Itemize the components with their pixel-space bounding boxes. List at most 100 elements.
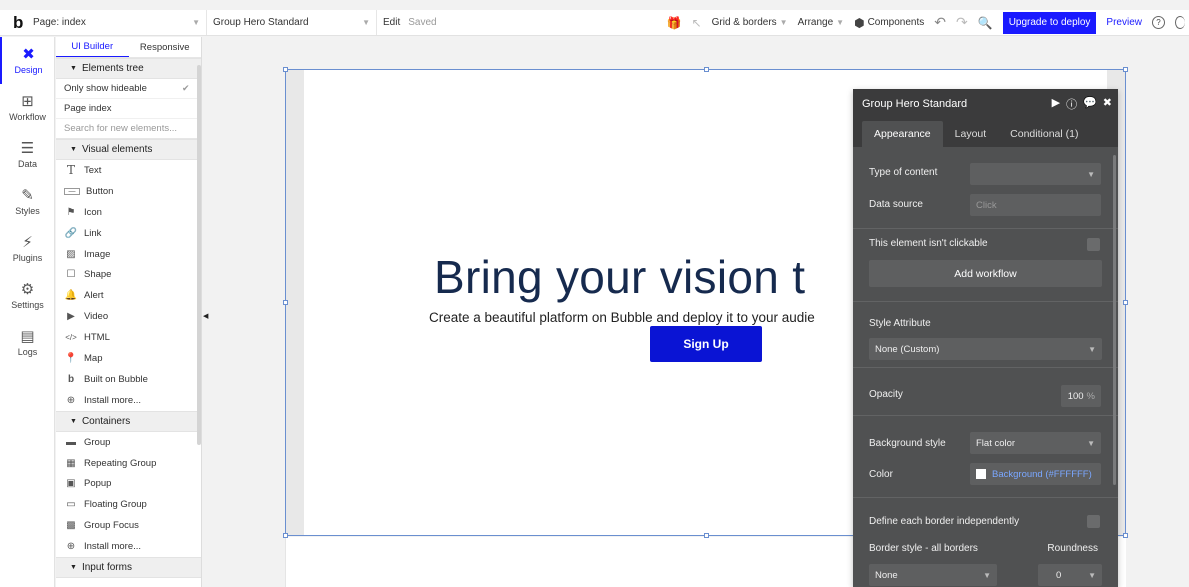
element-selector[interactable]: Group Hero Standard ▼ — [207, 10, 377, 35]
checkmark-icon[interactable]: ✔ — [182, 83, 193, 94]
tab-layout[interactable]: Layout — [943, 121, 999, 147]
comment-icon[interactable]: 💬 — [1083, 96, 1097, 112]
visual-elements-header[interactable]: ▼ Visual elements — [56, 139, 201, 160]
hero-title[interactable]: Bring your vision t — [434, 250, 805, 304]
element-shape[interactable]: ☐ Shape — [56, 264, 201, 285]
close-icon[interactable]: ✖ — [1103, 96, 1112, 112]
resize-handle-tm[interactable] — [704, 67, 709, 72]
group-focus-icon: ▩ — [66, 520, 76, 532]
color-picker[interactable]: Background (#FFFFFF) — [970, 463, 1101, 485]
roundness-value: 0 — [1056, 569, 1062, 581]
border-style-select[interactable]: None ▼ — [869, 564, 997, 586]
element-install-more[interactable]: ⊕ Install more... — [56, 390, 201, 411]
element-built-on-bubble[interactable]: b Built on Bubble — [56, 369, 201, 390]
components-label: Components — [867, 17, 925, 28]
nav-workflow[interactable]: ⊞ Workflow — [0, 84, 55, 131]
preview-button[interactable]: Preview — [1106, 17, 1142, 28]
container-repeating-group[interactable]: ▦ Repeating Group — [56, 453, 201, 474]
property-editor-scrollbar[interactable] — [1113, 155, 1116, 485]
data-source-label: Data source — [869, 199, 923, 210]
chevron-down-icon: ▼ — [362, 18, 370, 27]
element-link[interactable]: 🔗 Link — [56, 223, 201, 244]
divider — [853, 497, 1118, 498]
nav-data[interactable]: ☰ Data — [0, 131, 55, 178]
tab-conditional[interactable]: Conditional (1) — [998, 121, 1090, 147]
element-label: Floating Group — [84, 499, 147, 511]
data-source-field[interactable]: Click — [970, 194, 1101, 216]
style-attribute-select[interactable]: None (Custom) ▼ — [869, 338, 1102, 360]
only-show-hideable-row[interactable]: Only show hideable ✔ — [56, 79, 201, 99]
resize-handle-bm[interactable] — [704, 533, 709, 538]
roundness-input[interactable]: 0 ▼ — [1038, 564, 1102, 586]
element-icon[interactable]: ⚑ Icon — [56, 202, 201, 223]
nav-settings[interactable]: ⚙ Settings — [0, 272, 55, 319]
pointer-icon[interactable]: ↖ — [692, 16, 702, 30]
add-workflow-button[interactable]: Add workflow — [869, 260, 1102, 287]
tree-item-page-index[interactable]: Page index — [56, 99, 201, 119]
element-video[interactable]: ▶ Video — [56, 306, 201, 327]
nav-plugins[interactable]: ⚡ Plugins — [0, 225, 55, 272]
upgrade-to-deploy-button[interactable]: Upgrade to deploy — [1002, 11, 1097, 34]
sign-up-button[interactable]: Sign Up — [650, 326, 762, 362]
elements-tree-header[interactable]: ▼ Elements tree — [56, 58, 201, 79]
info-icon[interactable]: ⓘ — [1066, 96, 1077, 112]
tab-appearance[interactable]: Appearance — [862, 121, 943, 147]
resize-handle-tr[interactable] — [1123, 67, 1128, 72]
container-popup[interactable]: ▣ Popup — [56, 473, 201, 494]
container-floating-group[interactable]: ▭ Floating Group — [56, 494, 201, 515]
tab-ui-builder[interactable]: UI Builder — [56, 37, 129, 57]
element-button[interactable]: — Button — [56, 181, 201, 202]
container-install-more[interactable]: ⊕ Install more... — [56, 536, 201, 557]
palette-scrollbar[interactable] — [197, 65, 201, 445]
search-elements-input[interactable]: Search for new elements... — [56, 119, 201, 139]
element-alert[interactable]: 🔔 Alert — [56, 285, 201, 306]
resize-handle-br[interactable] — [1123, 533, 1128, 538]
resize-handle-ml[interactable] — [283, 300, 288, 305]
search-icon[interactable]: 🔍 — [978, 16, 993, 30]
containers-header[interactable]: ▼ Containers — [56, 410, 201, 432]
background-style-select[interactable]: Flat color ▼ — [970, 432, 1101, 454]
container-group[interactable]: ▬ Group — [56, 432, 201, 453]
style-attribute-value: None (Custom) — [875, 343, 940, 355]
color-value: Background (#FFFFFF) — [992, 468, 1092, 480]
undo-icon[interactable]: ↶ — [934, 14, 946, 31]
input-forms-header[interactable]: ▼ Input forms — [56, 557, 201, 579]
resize-handle-mr[interactable] — [1123, 300, 1128, 305]
not-clickable-checkbox[interactable] — [1087, 238, 1100, 251]
map-pin-icon: 📍 — [64, 352, 78, 364]
account-icon[interactable] — [1175, 16, 1185, 29]
page-selector[interactable]: Page: index ▼ — [27, 10, 207, 35]
arrange-menu[interactable]: Arrange ▼ — [798, 17, 845, 28]
tab-responsive[interactable]: Responsive — [129, 37, 202, 57]
button-icon: — — [64, 187, 80, 195]
container-group-focus[interactable]: ▩ Group Focus — [56, 515, 201, 536]
edit-menu[interactable]: Edit — [383, 17, 400, 28]
resize-handle-bl[interactable] — [283, 533, 288, 538]
property-editor-header[interactable]: Group Hero Standard ▶ ⓘ 💬 ✖ — [853, 89, 1118, 119]
element-text[interactable]: T Text — [56, 160, 201, 181]
element-html[interactable]: </> HTML — [56, 327, 201, 348]
border-independent-checkbox[interactable] — [1087, 515, 1100, 528]
element-map[interactable]: 📍 Map — [56, 348, 201, 369]
gift-icon[interactable]: 🎁 — [667, 16, 682, 30]
play-icon[interactable]: ▶ — [1052, 96, 1060, 112]
style-attribute-label: Style Attribute — [869, 318, 931, 329]
chevron-down-icon: ▼ — [1087, 438, 1095, 448]
type-of-content-select[interactable]: ▼ — [970, 163, 1101, 185]
resize-handle-tl[interactable] — [283, 67, 288, 72]
bubble-logo-icon[interactable]: b — [13, 14, 27, 31]
nav-design[interactable]: ✖ Design — [0, 37, 55, 84]
collapse-panel-icon[interactable]: ◀ — [203, 312, 208, 320]
image-icon: ▨ — [66, 248, 76, 260]
opacity-input[interactable]: 100 % — [1061, 385, 1101, 407]
grid-borders-menu[interactable]: Grid & borders ▼ — [712, 17, 788, 28]
help-icon[interactable]: ? — [1152, 16, 1165, 29]
nav-styles[interactable]: ✎ Styles — [0, 178, 55, 225]
element-image[interactable]: ▨ Image — [56, 244, 201, 265]
data-source-placeholder: Click — [976, 199, 997, 211]
edit-status: Edit Saved — [377, 10, 443, 35]
redo-icon[interactable]: ↷ — [956, 14, 968, 31]
hero-subtitle[interactable]: Create a beautiful platform on Bubble an… — [429, 310, 815, 325]
nav-logs[interactable]: ▤ Logs — [0, 319, 55, 366]
components-menu[interactable]: ⬢ Components — [854, 16, 924, 30]
